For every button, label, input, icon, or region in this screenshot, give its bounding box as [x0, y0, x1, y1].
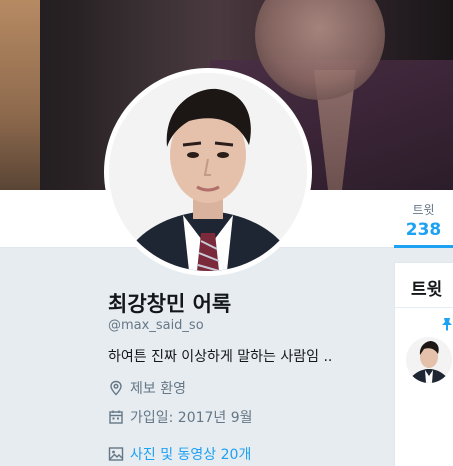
profile-handle[interactable]: @max_said_so	[108, 318, 204, 333]
photos-videos-link[interactable]: 사진 및 동영상 20개	[108, 444, 251, 464]
tweets-count-value: 238	[405, 220, 442, 240]
tweets-panel: 트윗	[394, 262, 453, 466]
avatar-portrait	[109, 73, 307, 271]
location-pin-icon	[108, 380, 124, 396]
photos-videos-link-text[interactable]: 사진 및 동영상 20개	[130, 444, 251, 464]
profile-bio: 하여튼 진짜 이상하게 말하는 사람임 ..	[108, 349, 333, 365]
profile-join-date: 가입일: 2017년 9월	[108, 407, 253, 427]
profile-avatar[interactable]	[104, 68, 312, 276]
tweets-panel-title: 트윗	[411, 280, 443, 300]
tweets-count-label: 트윗	[412, 203, 435, 217]
tweets-count-tab[interactable]: 트윗 238	[394, 190, 453, 248]
image-icon	[108, 446, 124, 462]
profile-join-date-text: 가입일: 2017년 9월	[130, 410, 253, 426]
pin-icon	[441, 316, 453, 335]
profile-info: 최강창민 어록 @max_said_so 하여튼 진짜 이상하게 말하는 사람임…	[0, 248, 393, 466]
profile-location: 제보 환영	[108, 378, 186, 398]
profile-location-text: 제보 환영	[130, 381, 186, 397]
profile-name[interactable]: 최강창민 어록	[108, 288, 231, 318]
tweet-author-avatar[interactable]	[406, 337, 452, 383]
calendar-icon	[108, 409, 124, 425]
